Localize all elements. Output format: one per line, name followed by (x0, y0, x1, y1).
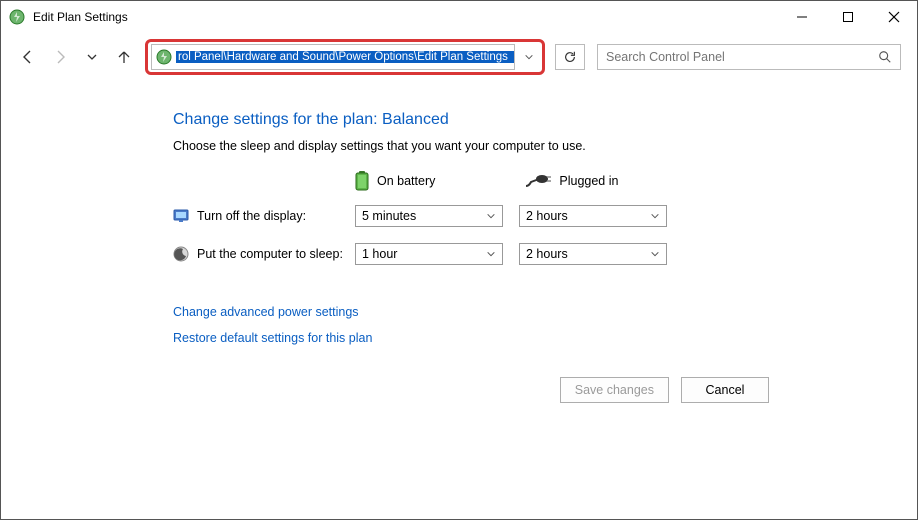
on-battery-label: On battery (377, 174, 435, 188)
plug-icon (525, 174, 551, 188)
display-row-label: Turn off the display: (197, 209, 355, 223)
refresh-button[interactable] (555, 44, 585, 70)
chevron-down-icon (486, 211, 496, 221)
search-input[interactable] (606, 50, 878, 64)
page-heading: Change settings for the plan: Balanced (173, 111, 917, 129)
app-icon (9, 9, 25, 25)
address-bar-highlight: rol Panel\Hardware and Sound\Power Optio… (145, 39, 545, 75)
display-battery-select[interactable]: 5 minutes (355, 205, 503, 227)
dialog-buttons: Save changes Cancel (560, 377, 769, 403)
column-headers: On battery Plugged in (173, 171, 917, 191)
back-button[interactable] (13, 42, 43, 72)
close-button[interactable] (871, 1, 917, 33)
restore-defaults-link[interactable]: Restore default settings for this plan (173, 331, 917, 345)
on-battery-header: On battery (355, 171, 435, 191)
window-controls (779, 1, 917, 33)
chevron-down-icon (650, 249, 660, 259)
address-bar[interactable]: rol Panel\Hardware and Sound\Power Optio… (151, 44, 515, 70)
sleep-row-label: Put the computer to sleep: (197, 247, 355, 261)
sleep-plugged-select[interactable]: 2 hours (519, 243, 667, 265)
save-button[interactable]: Save changes (560, 377, 669, 403)
page-subtext: Choose the sleep and display settings th… (173, 139, 917, 153)
title-bar: Edit Plan Settings (1, 1, 917, 33)
plugged-in-header: Plugged in (525, 171, 618, 191)
search-box[interactable] (597, 44, 901, 70)
content-area: Change settings for the plan: Balanced C… (1, 81, 917, 345)
maximize-button[interactable] (825, 1, 871, 33)
battery-icon (355, 171, 369, 191)
recent-dropdown-button[interactable] (77, 42, 107, 72)
chevron-down-icon (650, 211, 660, 221)
display-row: Turn off the display: 5 minutes 2 hours (173, 205, 917, 227)
forward-button[interactable] (45, 42, 75, 72)
sleep-icon (173, 246, 189, 262)
navigation-toolbar: rol Panel\Hardware and Sound\Power Optio… (1, 33, 917, 81)
select-value: 1 hour (362, 247, 397, 261)
display-plugged-select[interactable]: 2 hours (519, 205, 667, 227)
advanced-settings-link[interactable]: Change advanced power settings (173, 305, 917, 319)
sleep-row: Put the computer to sleep: 1 hour 2 hour… (173, 243, 917, 265)
plugged-in-label: Plugged in (559, 174, 618, 188)
power-plan-icon (156, 49, 172, 65)
window-title: Edit Plan Settings (33, 10, 128, 24)
chevron-down-icon (486, 249, 496, 259)
display-icon (173, 208, 189, 224)
select-value: 2 hours (526, 209, 568, 223)
up-button[interactable] (109, 42, 139, 72)
address-path-text[interactable]: rol Panel\Hardware and Sound\Power Optio… (176, 51, 514, 63)
search-icon (878, 50, 892, 64)
select-value: 2 hours (526, 247, 568, 261)
sleep-battery-select[interactable]: 1 hour (355, 243, 503, 265)
address-dropdown-button[interactable] (518, 45, 540, 69)
minimize-button[interactable] (779, 1, 825, 33)
cancel-button[interactable]: Cancel (681, 377, 769, 403)
select-value: 5 minutes (362, 209, 416, 223)
